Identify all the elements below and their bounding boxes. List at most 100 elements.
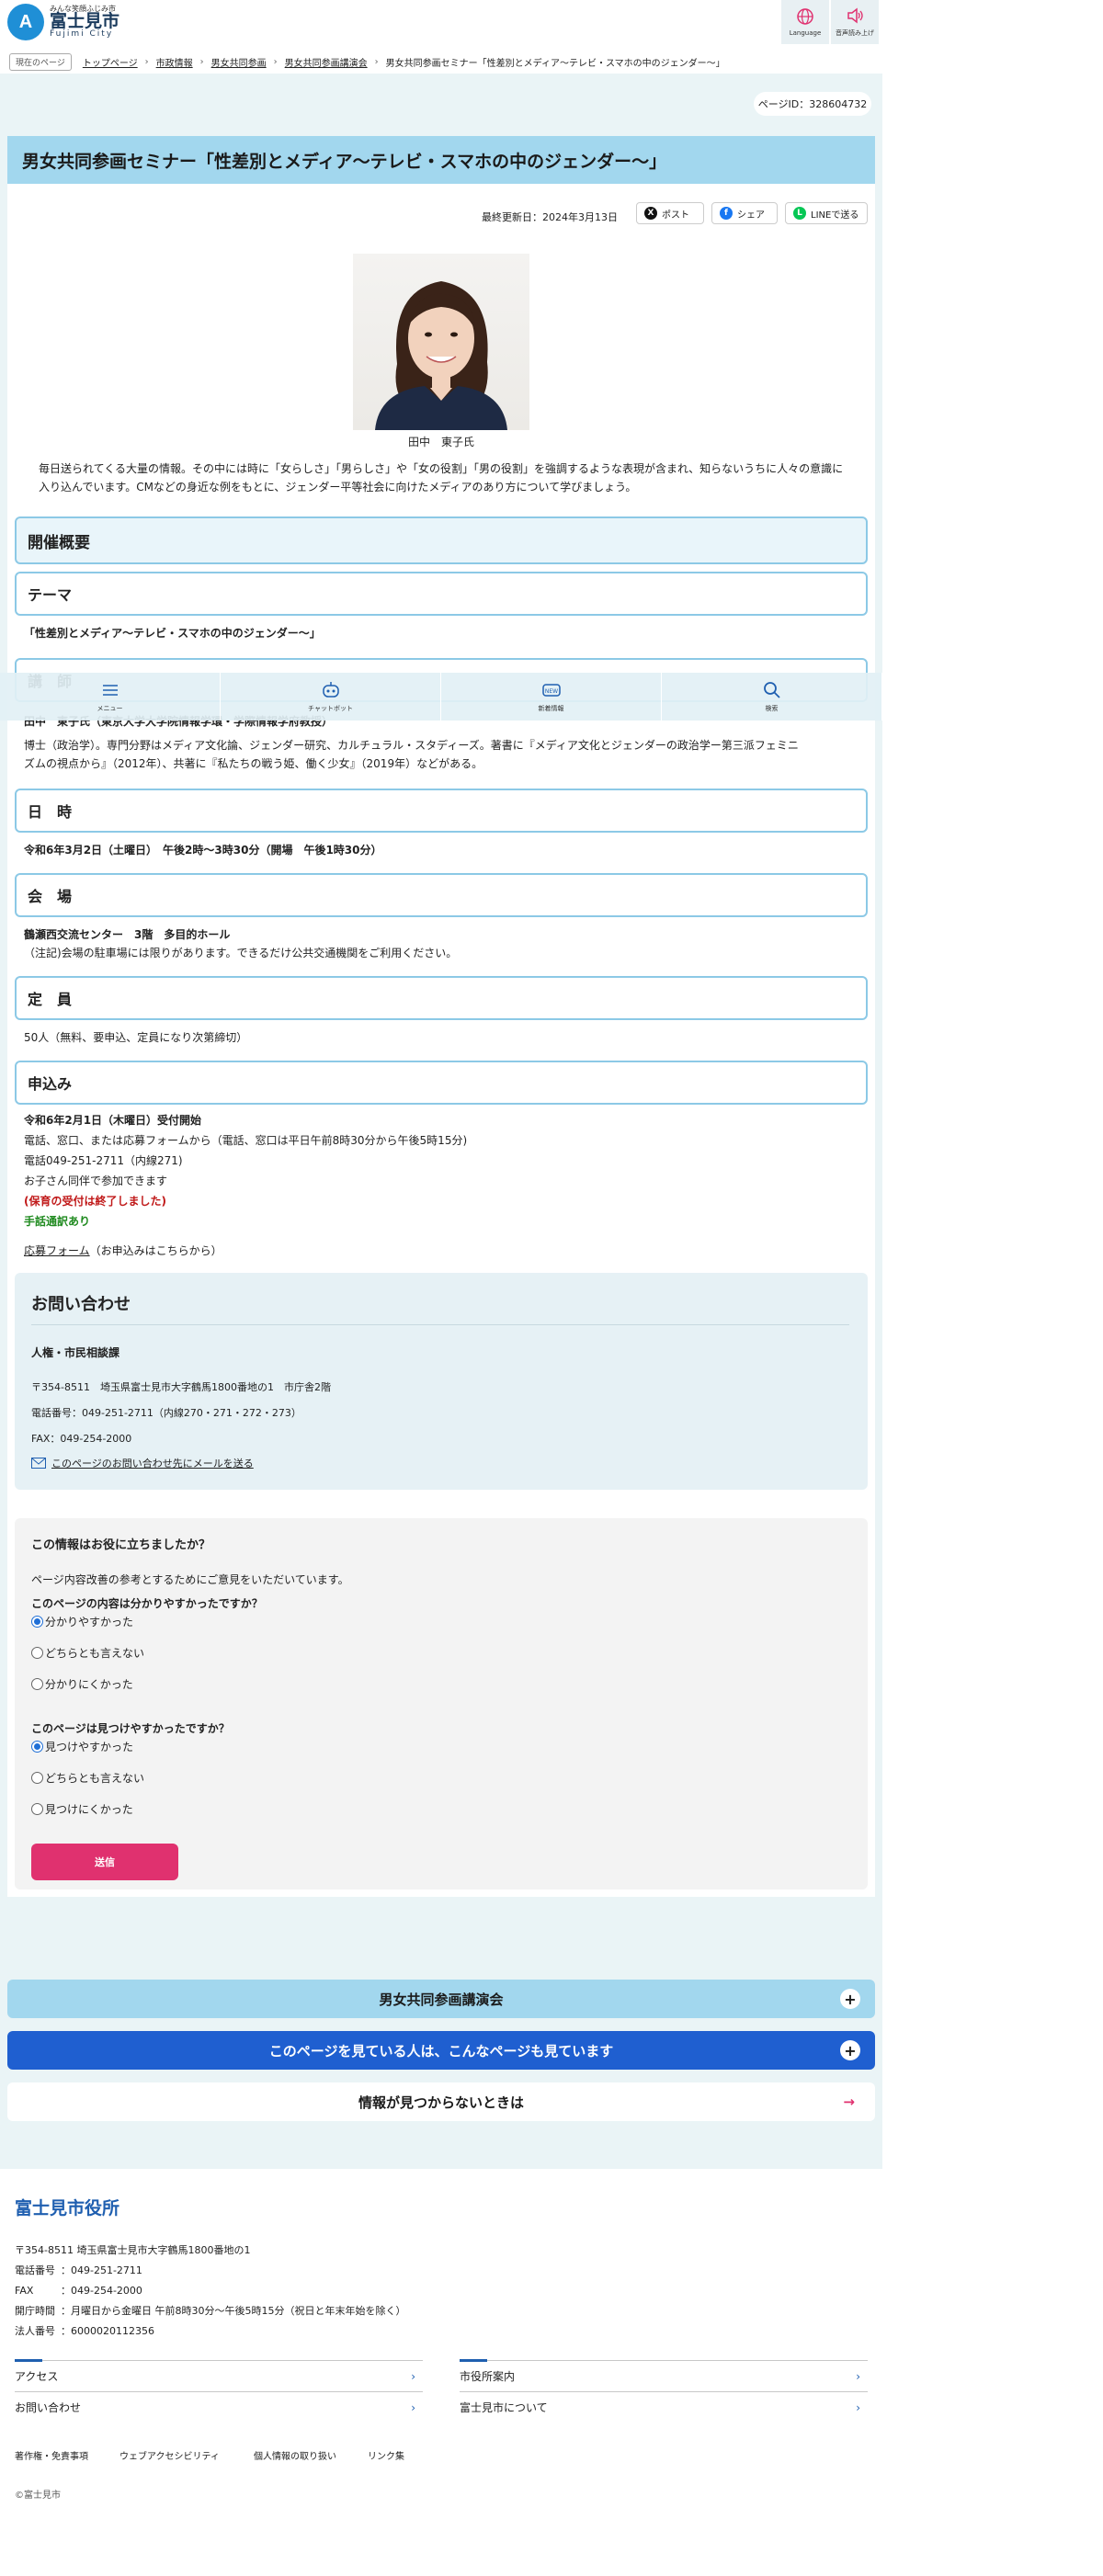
- plus-icon: +: [840, 2040, 860, 2060]
- page: A みんな笑顔ふじみ市 富士見市 Fujimi City Language 音声…: [0, 0, 1103, 2576]
- footer-link-copyright[interactable]: 著作権・免責事項: [15, 2448, 88, 2462]
- option-label: 見つけやすかった: [45, 1741, 134, 1753]
- footer-hours: ：月曜日から金曜日 午前8時30分〜午後5時15分（祝日と年末年始を除く）: [61, 2305, 406, 2317]
- footer-link-contact[interactable]: お問い合わせ ›: [15, 2391, 423, 2423]
- apply-phone: 電話049-251-2711（内線271): [24, 1154, 183, 1167]
- footer-link-links[interactable]: リンク集: [368, 2448, 404, 2462]
- chevron-right-icon: ›: [199, 57, 204, 67]
- current-page-tag: 現在のページ: [9, 53, 72, 71]
- radio: [31, 1678, 43, 1690]
- logo-english: Fujimi City: [50, 29, 114, 39]
- photo-caption: 田中 東子氏: [407, 436, 474, 448]
- form-note: （お申込みはこちらから）: [89, 1244, 222, 1257]
- accent-bar: [460, 2359, 487, 2362]
- q2-option-easy[interactable]: 見つけやすかった: [31, 1739, 133, 1754]
- theme-text: 「性差別とメディア〜テレビ・スマホの中のジェンダー〜」: [24, 627, 321, 640]
- news-button[interactable]: NEW 新着情報: [441, 673, 662, 721]
- breadcrumb-gender-equality[interactable]: 男女共同参画: [211, 55, 267, 69]
- contact-address: 〒354-8511 埼玉県富士見市大字鶴馬1800番地の1 市庁舎2階: [31, 1381, 331, 1393]
- footer-link-privacy[interactable]: 個人情報の取り扱い: [254, 2448, 336, 2462]
- search-label: 検索: [765, 705, 779, 712]
- apply-method: 電話、窓口、または応募フォームから（電話、窓口は平日午前8時30分から午後5時1…: [24, 1134, 468, 1147]
- footer-fax: ：049-254-2000: [61, 2285, 142, 2297]
- footer-link-access[interactable]: アクセス ›: [15, 2359, 423, 2391]
- overview-heading: 開催概要: [15, 516, 868, 564]
- venue-note: （注記)会場の駐車場には限りがあります。できるだけ公共交通機関をご利用ください。: [24, 947, 458, 959]
- speech-label: 音声読み上げ: [836, 29, 874, 37]
- mail-link[interactable]: このページのお問い合わせ先にメールを送る: [31, 1456, 254, 1470]
- footer-link-about[interactable]: 富士見市について ›: [460, 2391, 868, 2423]
- breadcrumb-current: 男女共同参画セミナー「性差別とメディア〜テレビ・スマホの中のジェンダー〜」: [385, 59, 725, 69]
- question-1: このページの内容は分かりやすかったですか？: [31, 1597, 263, 1610]
- chatbot-button[interactable]: チャットボット: [221, 673, 441, 721]
- radio: [31, 1772, 43, 1784]
- footer-link-guide[interactable]: 市役所案内 ›: [460, 2359, 868, 2391]
- site-footer: 富士見市役所 〒354-8511 埼玉県富士見市大字鶴馬1800番地の1 電話番…: [0, 2169, 882, 2576]
- department-name: 人権・市民相談課: [31, 1346, 120, 1359]
- option-label: どちらとも言えない: [45, 1647, 145, 1660]
- question-2: このページは見つけやすかったですか？: [31, 1722, 230, 1735]
- line-share-button[interactable]: L LINEで送る: [785, 202, 868, 224]
- x-logo-icon: X: [644, 207, 657, 220]
- chevron-right-icon: ›: [374, 57, 379, 67]
- breadcrumb-municipal[interactable]: 市政情報: [156, 55, 193, 69]
- radio: [31, 1803, 43, 1815]
- breadcrumb-lectures[interactable]: 男女共同参画講演会: [285, 55, 368, 69]
- copyright: ©富士見市: [15, 2491, 61, 2501]
- post-button[interactable]: X ポスト: [636, 202, 704, 224]
- apply-start: 令和6年2月1日（木曜日）受付開始: [24, 1114, 202, 1127]
- application-form-link[interactable]: 応募フォーム: [24, 1244, 90, 1257]
- radio-selected: [31, 1741, 43, 1753]
- footer-phone: ：049-251-2711: [61, 2264, 142, 2276]
- chevron-right-icon: ›: [411, 2369, 415, 2383]
- floating-nav-bar: メニュー チャットボット NEW 新着情報 検索: [0, 673, 882, 721]
- arrow-right-icon: →: [843, 2094, 855, 2110]
- fax-label: FAX: [15, 2285, 34, 2297]
- news-label: 新着情報: [538, 705, 564, 712]
- search-icon: [763, 682, 780, 698]
- contact-fax: FAX：049-254-2000: [31, 1433, 132, 1445]
- related-lectures-accordion[interactable]: 男女共同参画講演会 +: [7, 1980, 875, 2018]
- lecturer-photo: [353, 254, 529, 430]
- share-label: シェア: [737, 210, 765, 221]
- breadcrumb-home[interactable]: トップページ: [83, 55, 138, 69]
- contact-phone: 電話番号：049-251-2711（内線270・271・272・273）: [31, 1407, 301, 1419]
- site-logo[interactable]: A みんな笑顔ふじみ市 富士見市 Fujimi City: [7, 4, 119, 40]
- option-label: どちらとも言えない: [45, 1772, 145, 1785]
- menu-label: メニュー: [97, 705, 123, 712]
- language-label: Language: [789, 29, 822, 37]
- phone-label: 電話番号: [15, 2264, 55, 2276]
- submit-button[interactable]: 送信: [31, 1844, 178, 1880]
- q1-option-easy[interactable]: 分かりやすかった: [31, 1614, 133, 1629]
- language-button[interactable]: Language: [781, 0, 829, 44]
- survey-lead: ページ内容改善の参考とするためにご意見をいただいています。: [31, 1573, 349, 1586]
- not-found-link[interactable]: 情報が見つからないときは →: [7, 2082, 875, 2121]
- q2-option-neutral[interactable]: どちらとも言えない: [31, 1770, 144, 1786]
- search-button[interactable]: 検索: [662, 673, 882, 721]
- page-title: 男女共同参画セミナー「性差別とメディア〜テレビ・スマホの中のジェンダー〜」: [7, 136, 875, 184]
- city-emblem-icon: A: [7, 4, 44, 40]
- intro-text: 毎日送られてくる大量の情報。その中には時に「女らしさ」「男らしさ」や「女の役割」…: [39, 462, 844, 494]
- plus-icon: +: [840, 1989, 860, 2009]
- q2-option-hard[interactable]: 見つけにくかった: [31, 1801, 133, 1817]
- lecturer-bio-line-2: ズムの視点から』（2012年）、共著に『私たちの戦う姫、働く少女』（2019年）…: [24, 757, 483, 770]
- feedback-survey: この情報はお役に立ちましたか？ ページ内容改善の参考とするためにご意見をいただい…: [15, 1518, 868, 1889]
- site-header: A みんな笑顔ふじみ市 富士見市 Fujimi City Language 音声…: [0, 0, 882, 46]
- facebook-share-button[interactable]: f シェア: [711, 202, 778, 224]
- sign-language-note: 手話通訳あり: [24, 1215, 91, 1228]
- hours-label: 開庁時間: [15, 2305, 55, 2317]
- mail-icon: [31, 1458, 46, 1469]
- venue-heading: 会 場: [15, 873, 868, 917]
- footer-link-accessibility[interactable]: ウェブアクセシビリティ: [119, 2448, 220, 2462]
- apply-heading: 申込み: [15, 1061, 868, 1105]
- last-updated: 最終更新日：2024年3月13日: [482, 211, 618, 223]
- popular-pages-accordion[interactable]: このページを見ている人は、こんなページも見ています +: [7, 2031, 875, 2070]
- chevron-right-icon: ›: [856, 2369, 860, 2383]
- menu-button[interactable]: メニュー: [0, 673, 221, 721]
- q1-option-neutral[interactable]: どちらとも言えない: [31, 1645, 144, 1661]
- speech-button[interactable]: 音声読み上げ: [831, 0, 879, 44]
- footer-corp-number: ：6000020112356: [61, 2325, 154, 2337]
- q1-option-hard[interactable]: 分かりにくかった: [31, 1676, 133, 1692]
- facebook-icon: f: [720, 207, 733, 220]
- childcare-closed-notice: (保育の受付は終了しました): [24, 1195, 166, 1208]
